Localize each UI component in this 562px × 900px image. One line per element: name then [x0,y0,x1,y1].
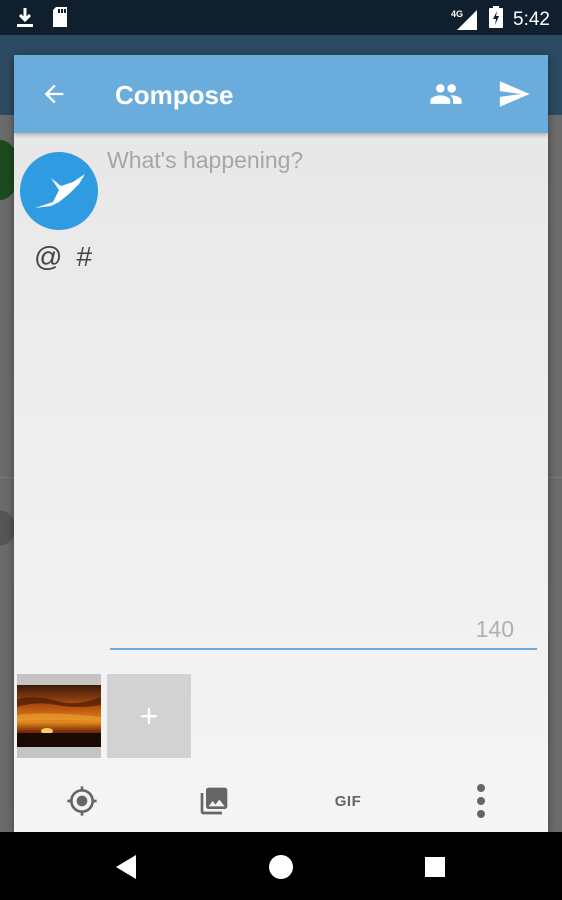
location-target-icon[interactable] [62,781,102,821]
status-time: 5:42 [513,8,550,30]
compose-dialog: Compose @ # 140 [14,55,548,832]
download-icon [16,6,34,33]
sd-card-icon [52,6,68,33]
back-triangle-icon[interactable] [110,851,142,883]
compose-input[interactable] [107,147,535,627]
mention-button[interactable]: @ [34,241,62,273]
bird-logo-icon [35,174,85,208]
navigation-bar [0,832,562,900]
send-icon[interactable] [494,74,534,114]
gif-label: GIF [334,792,362,810]
add-media-button[interactable]: + [107,674,191,758]
people-icon[interactable] [426,74,466,114]
input-underline [110,648,537,650]
sunset-photo-icon [17,685,101,747]
media-thumbnail[interactable] [17,674,101,758]
home-circle-icon[interactable] [265,851,297,883]
mention-hashtag-row: @ # [34,241,92,273]
avatar[interactable] [20,152,98,230]
gallery-icon[interactable] [194,781,234,821]
back-arrow-icon[interactable] [34,74,74,114]
dialog-toolbar: Compose [14,55,548,133]
more-vert-icon[interactable] [461,781,501,821]
recents-square-icon[interactable] [419,851,451,883]
status-bar: 4G 5:42 [0,0,562,35]
gif-button[interactable]: GIF [326,781,370,821]
plus-icon: + [139,698,159,734]
battery-charging-icon [489,6,504,33]
dialog-title: Compose [115,80,234,110]
signal-icon: 4G [451,9,479,31]
hashtag-button[interactable]: # [76,241,92,273]
compose-actions: GIF [14,773,548,829]
character-counter: 140 [475,616,514,642]
